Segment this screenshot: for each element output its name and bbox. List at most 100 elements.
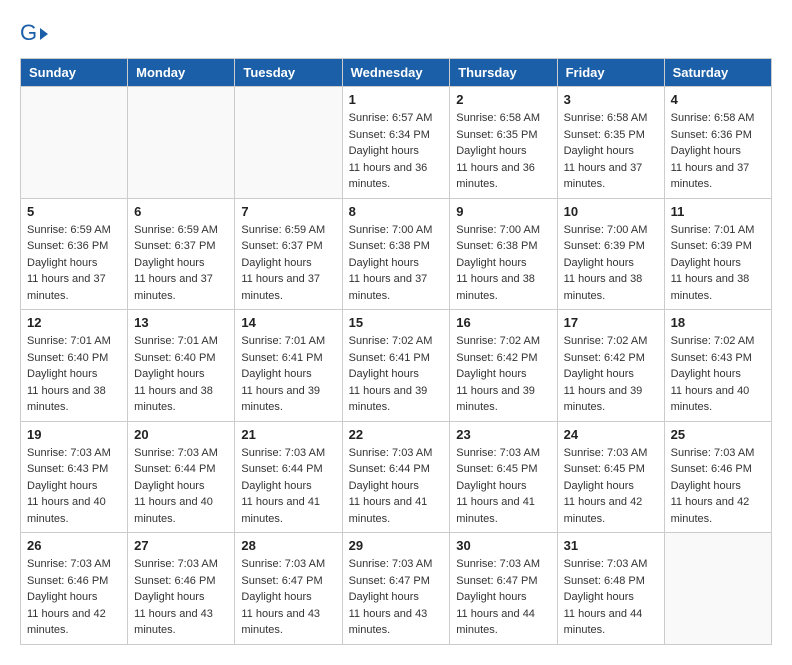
day-cell: 8 Sunrise: 7:00 AMSunset: 6:38 PMDaylight… [342, 198, 450, 310]
logo-icon: G [20, 20, 48, 48]
day-number: 28 [241, 538, 335, 553]
day-cell: 13 Sunrise: 7:01 AMSunset: 6:40 PMDayligh… [128, 310, 235, 422]
day-info: Sunrise: 7:03 AMSunset: 6:44 PMDaylight … [134, 445, 228, 528]
day-cell: 22 Sunrise: 7:03 AMSunset: 6:44 PMDayligh… [342, 421, 450, 533]
day-number: 17 [564, 315, 658, 330]
day-cell: 7 Sunrise: 6:59 AMSunset: 6:37 PMDaylight… [235, 198, 342, 310]
day-cell: 11Sunrise: 7:01 AMSunset: 6:39 PMDayligh… [664, 198, 771, 310]
weekday-header-tuesday: Tuesday [235, 59, 342, 87]
day-cell [664, 533, 771, 645]
day-info: Sunrise: 7:01 AMSunset: 6:39 PMDaylight … [671, 222, 765, 305]
day-number: 2 [456, 92, 550, 107]
day-info: Sunrise: 6:58 AMSunset: 6:36 PMDaylight … [671, 110, 765, 193]
page-header: G [20, 20, 772, 48]
day-number: 25 [671, 427, 765, 442]
day-cell: 14 Sunrise: 7:01 AMSunset: 6:41 PMDayligh… [235, 310, 342, 422]
weekday-header-monday: Monday [128, 59, 235, 87]
day-number: 10 [564, 204, 658, 219]
day-cell: 12 Sunrise: 7:01 AMSunset: 6:40 PMDayligh… [21, 310, 128, 422]
day-info: Sunrise: 7:00 AMSunset: 6:39 PMDaylight … [564, 222, 658, 305]
day-cell: 4 Sunrise: 6:58 AMSunset: 6:36 PMDaylight… [664, 87, 771, 199]
day-info: Sunrise: 6:59 AMSunset: 6:37 PMDaylight … [241, 222, 335, 305]
day-info: Sunrise: 7:01 AMSunset: 6:40 PMDaylight … [134, 333, 228, 416]
day-info: Sunrise: 6:59 AMSunset: 6:37 PMDaylight … [134, 222, 228, 305]
day-info: Sunrise: 7:03 AMSunset: 6:46 PMDaylight … [134, 556, 228, 639]
day-number: 16 [456, 315, 550, 330]
day-number: 30 [456, 538, 550, 553]
day-info: Sunrise: 7:03 AMSunset: 6:47 PMDaylight … [241, 556, 335, 639]
day-number: 8 [349, 204, 444, 219]
week-row-3: 12 Sunrise: 7:01 AMSunset: 6:40 PMDayligh… [21, 310, 772, 422]
day-info: Sunrise: 7:03 AMSunset: 6:44 PMDaylight … [349, 445, 444, 528]
day-number: 27 [134, 538, 228, 553]
day-info: Sunrise: 7:02 AMSunset: 6:42 PMDaylight … [456, 333, 550, 416]
day-number: 5 [27, 204, 121, 219]
day-number: 12 [27, 315, 121, 330]
weekday-header-sunday: Sunday [21, 59, 128, 87]
day-number: 21 [241, 427, 335, 442]
day-info: Sunrise: 7:01 AMSunset: 6:41 PMDaylight … [241, 333, 335, 416]
day-info: Sunrise: 7:01 AMSunset: 6:40 PMDaylight … [27, 333, 121, 416]
day-cell: 2 Sunrise: 6:58 AMSunset: 6:35 PMDaylight… [450, 87, 557, 199]
day-info: Sunrise: 7:03 AMSunset: 6:48 PMDaylight … [564, 556, 658, 639]
day-cell: 31 Sunrise: 7:03 AMSunset: 6:48 PMDayligh… [557, 533, 664, 645]
day-info: Sunrise: 6:57 AMSunset: 6:34 PMDaylight … [349, 110, 444, 193]
day-cell: 24Sunrise: 7:03 AMSunset: 6:45 PMDayligh… [557, 421, 664, 533]
day-number: 23 [456, 427, 550, 442]
day-cell: 20 Sunrise: 7:03 AMSunset: 6:44 PMDayligh… [128, 421, 235, 533]
day-number: 9 [456, 204, 550, 219]
day-cell: 19Sunrise: 7:03 AMSunset: 6:43 PMDayligh… [21, 421, 128, 533]
day-number: 18 [671, 315, 765, 330]
day-cell: 26 Sunrise: 7:03 AMSunset: 6:46 PMDayligh… [21, 533, 128, 645]
day-cell: 17Sunrise: 7:02 AMSunset: 6:42 PMDayligh… [557, 310, 664, 422]
svg-text:G: G [20, 20, 37, 45]
week-row-2: 5 Sunrise: 6:59 AMSunset: 6:36 PMDaylight… [21, 198, 772, 310]
day-info: Sunrise: 7:00 AMSunset: 6:38 PMDaylight … [456, 222, 550, 305]
day-info: Sunrise: 6:58 AMSunset: 6:35 PMDaylight … [564, 110, 658, 193]
weekday-header-row: SundayMondayTuesdayWednesdayThursdayFrid… [21, 59, 772, 87]
day-cell: 3Sunrise: 6:58 AMSunset: 6:35 PMDaylight… [557, 87, 664, 199]
day-number: 19 [27, 427, 121, 442]
day-number: 14 [241, 315, 335, 330]
weekday-header-thursday: Thursday [450, 59, 557, 87]
day-cell: 5 Sunrise: 6:59 AMSunset: 6:36 PMDaylight… [21, 198, 128, 310]
day-cell: 28 Sunrise: 7:03 AMSunset: 6:47 PMDayligh… [235, 533, 342, 645]
day-number: 20 [134, 427, 228, 442]
day-number: 31 [564, 538, 658, 553]
week-row-1: 1 Sunrise: 6:57 AMSunset: 6:34 PMDaylight… [21, 87, 772, 199]
day-cell: 16 Sunrise: 7:02 AMSunset: 6:42 PMDayligh… [450, 310, 557, 422]
day-number: 22 [349, 427, 444, 442]
day-cell [128, 87, 235, 199]
week-row-5: 26 Sunrise: 7:03 AMSunset: 6:46 PMDayligh… [21, 533, 772, 645]
week-row-4: 19Sunrise: 7:03 AMSunset: 6:43 PMDayligh… [21, 421, 772, 533]
day-cell: 9 Sunrise: 7:00 AMSunset: 6:38 PMDaylight… [450, 198, 557, 310]
day-info: Sunrise: 7:03 AMSunset: 6:46 PMDaylight … [27, 556, 121, 639]
day-cell: 27 Sunrise: 7:03 AMSunset: 6:46 PMDayligh… [128, 533, 235, 645]
day-cell: 25Sunrise: 7:03 AMSunset: 6:46 PMDayligh… [664, 421, 771, 533]
day-cell: 15Sunrise: 7:02 AMSunset: 6:41 PMDayligh… [342, 310, 450, 422]
day-info: Sunrise: 7:03 AMSunset: 6:47 PMDaylight … [456, 556, 550, 639]
day-info: Sunrise: 7:03 AMSunset: 6:45 PMDaylight … [456, 445, 550, 528]
day-cell: 18Sunrise: 7:02 AMSunset: 6:43 PMDayligh… [664, 310, 771, 422]
day-info: Sunrise: 6:58 AMSunset: 6:35 PMDaylight … [456, 110, 550, 193]
day-number: 26 [27, 538, 121, 553]
day-number: 6 [134, 204, 228, 219]
day-number: 4 [671, 92, 765, 107]
day-number: 29 [349, 538, 444, 553]
day-number: 7 [241, 204, 335, 219]
day-cell: 29Sunrise: 7:03 AMSunset: 6:47 PMDayligh… [342, 533, 450, 645]
calendar-table: SundayMondayTuesdayWednesdayThursdayFrid… [20, 58, 772, 645]
day-number: 13 [134, 315, 228, 330]
day-cell: 1 Sunrise: 6:57 AMSunset: 6:34 PMDaylight… [342, 87, 450, 199]
day-number: 1 [349, 92, 444, 107]
day-info: Sunrise: 7:03 AMSunset: 6:44 PMDaylight … [241, 445, 335, 528]
day-info: Sunrise: 6:59 AMSunset: 6:36 PMDaylight … [27, 222, 121, 305]
day-info: Sunrise: 7:00 AMSunset: 6:38 PMDaylight … [349, 222, 444, 305]
day-info: Sunrise: 7:02 AMSunset: 6:41 PMDaylight … [349, 333, 444, 416]
day-cell: 23 Sunrise: 7:03 AMSunset: 6:45 PMDayligh… [450, 421, 557, 533]
weekday-header-friday: Friday [557, 59, 664, 87]
weekday-header-wednesday: Wednesday [342, 59, 450, 87]
day-cell: 30 Sunrise: 7:03 AMSunset: 6:47 PMDayligh… [450, 533, 557, 645]
day-number: 24 [564, 427, 658, 442]
logo: G [20, 20, 50, 48]
